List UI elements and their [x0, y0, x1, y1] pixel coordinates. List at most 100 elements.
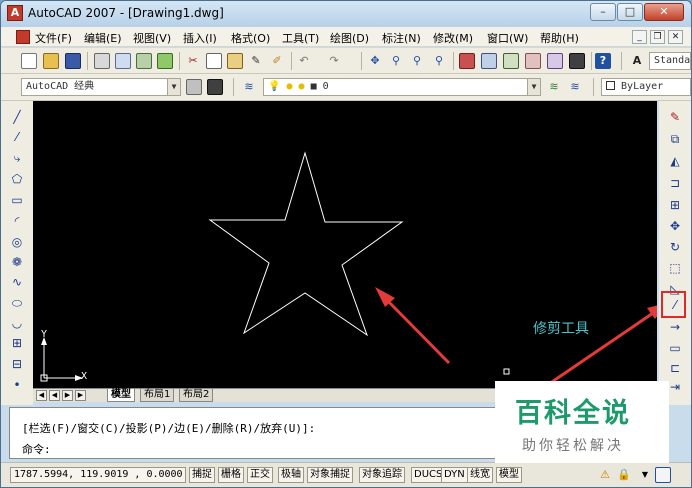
- polygon-icon[interactable]: ⬠: [9, 171, 25, 187]
- menu-modify[interactable]: 修改(M): [433, 30, 473, 46]
- arc-icon[interactable]: ◜: [9, 213, 25, 229]
- lock-icon[interactable]: 🔒: [616, 467, 632, 483]
- array-icon[interactable]: ⊞: [667, 197, 683, 213]
- copy-object-icon[interactable]: ⧉: [667, 131, 683, 147]
- menu-dimension[interactable]: 标注(N): [382, 30, 421, 46]
- mirror-icon[interactable]: ◭: [667, 153, 683, 169]
- maximize-button[interactable]: □: [617, 3, 643, 21]
- model-toggle[interactable]: 模型: [496, 467, 522, 483]
- layer-manager-icon[interactable]: ≋: [241, 79, 257, 95]
- menu-format[interactable]: 格式(O): [231, 30, 270, 46]
- zoom-window-icon[interactable]: ⚲: [409, 53, 425, 69]
- print-preview-icon[interactable]: [115, 53, 131, 69]
- workspace-save-icon[interactable]: [207, 79, 223, 95]
- communication-center-icon[interactable]: ⚠: [597, 467, 613, 483]
- osnap-toggle[interactable]: 对象捕捉: [307, 467, 353, 483]
- circle-icon[interactable]: ◎: [9, 234, 25, 250]
- workspace-combo[interactable]: AutoCAD 经典 ▼: [21, 78, 181, 96]
- help-icon[interactable]: ?: [595, 53, 611, 69]
- status-menu-chevron-icon[interactable]: ▼: [637, 467, 653, 483]
- properties-icon[interactable]: [459, 53, 475, 69]
- make-block-icon[interactable]: ⊟: [9, 356, 25, 372]
- menu-file[interactable]: 文件(F): [35, 30, 72, 46]
- tab-last-icon[interactable]: ▶: [75, 390, 86, 401]
- offset-icon[interactable]: ⊐: [667, 175, 683, 191]
- menu-draw[interactable]: 绘图(D): [330, 30, 369, 46]
- menu-insert[interactable]: 插入(I): [183, 30, 217, 46]
- layer-lock-icon[interactable]: ●: [299, 81, 305, 92]
- snap-toggle[interactable]: 捕捉: [189, 467, 215, 483]
- text-style-icon[interactable]: A: [629, 53, 645, 69]
- tab-layout1[interactable]: 布局1: [140, 389, 175, 402]
- ortho-toggle[interactable]: 正交: [247, 467, 273, 483]
- spline-icon[interactable]: ∿: [9, 274, 25, 290]
- dyn-toggle[interactable]: DYN: [441, 467, 468, 483]
- erase-icon[interactable]: ✎: [667, 109, 683, 125]
- insert-block-icon[interactable]: ⊞: [9, 335, 25, 351]
- layer-on-icon[interactable]: 💡: [268, 81, 280, 92]
- otrack-toggle[interactable]: 对象追踪: [359, 467, 405, 483]
- markup-icon[interactable]: [547, 53, 563, 69]
- menu-edit[interactable]: 编辑(E): [84, 30, 122, 46]
- tab-model[interactable]: 模型: [107, 389, 135, 402]
- paste-icon[interactable]: [227, 53, 243, 69]
- grid-toggle[interactable]: 栅格: [218, 467, 244, 483]
- match-properties-icon[interactable]: ✎: [248, 53, 264, 69]
- zoom-previous-icon[interactable]: ⚲: [431, 53, 447, 69]
- layer-freeze-icon[interactable]: ●: [286, 81, 292, 92]
- menu-view[interactable]: 视图(V): [133, 30, 171, 46]
- autocad-app-icon[interactable]: A: [7, 5, 23, 21]
- join-icon[interactable]: ⊏: [667, 360, 683, 376]
- tab-next-icon[interactable]: ▶: [62, 390, 73, 401]
- chevron-down-icon[interactable]: ▼: [527, 79, 540, 95]
- line-icon[interactable]: ╱: [9, 109, 25, 125]
- clean-screen-icon[interactable]: [655, 467, 671, 483]
- tab-layout2[interactable]: 布局2: [179, 389, 214, 402]
- zoom-realtime-icon[interactable]: ⚲: [388, 53, 404, 69]
- tool-palettes-icon[interactable]: [503, 53, 519, 69]
- title-bar[interactable]: A AutoCAD 2007 - [Drawing1.dwg] – □ ✕: [1, 1, 691, 27]
- text-style-combo[interactable]: Standa: [649, 52, 691, 70]
- polyline-icon[interactable]: ⤷: [9, 150, 25, 166]
- lineweight-toggle[interactable]: 线宽: [467, 467, 493, 483]
- point-icon[interactable]: •: [9, 377, 25, 393]
- print-icon[interactable]: [94, 53, 110, 69]
- design-center-icon[interactable]: [481, 53, 497, 69]
- layer-combo[interactable]: 💡 ● ● ■ 0 ▼: [263, 78, 541, 96]
- cut-icon[interactable]: ✂: [185, 53, 201, 69]
- mdi-minimize-button[interactable]: _: [632, 30, 647, 44]
- new-icon[interactable]: [21, 53, 37, 69]
- menu-window[interactable]: 窗口(W): [487, 30, 528, 46]
- move-icon[interactable]: ✥: [667, 218, 683, 234]
- coordinate-readout[interactable]: 1787.5994, 119.9019 , 0.0000: [10, 467, 186, 483]
- workspace-settings-icon[interactable]: [186, 79, 202, 95]
- close-button[interactable]: ✕: [644, 3, 684, 21]
- revision-cloud-icon[interactable]: ❁: [9, 254, 25, 270]
- star-drawing[interactable]: [208, 151, 404, 337]
- chevron-down-icon[interactable]: ▼: [167, 79, 180, 95]
- pan-icon[interactable]: ✥: [367, 53, 383, 69]
- tab-prev-icon[interactable]: ◀: [49, 390, 60, 401]
- publish-icon[interactable]: [136, 53, 152, 69]
- redo-icon[interactable]: ↷: [326, 53, 342, 69]
- color-combo[interactable]: ByLayer: [601, 78, 691, 96]
- ellipse-icon[interactable]: ⬭: [9, 295, 25, 311]
- make-layer-current-icon[interactable]: ≋: [546, 79, 562, 95]
- save-icon[interactable]: [65, 53, 81, 69]
- menu-help[interactable]: 帮助(H): [540, 30, 579, 46]
- chamfer-icon[interactable]: ⇥: [667, 379, 683, 395]
- sheet-set-icon[interactable]: [525, 53, 541, 69]
- scale-icon[interactable]: ⬚: [667, 260, 683, 276]
- undo-icon[interactable]: ↶: [296, 53, 312, 69]
- mdi-restore-button[interactable]: ❐: [650, 30, 665, 44]
- calculator-icon[interactable]: [569, 53, 585, 69]
- construction-line-icon[interactable]: ⁄: [9, 129, 25, 145]
- menu-tools[interactable]: 工具(T): [282, 30, 319, 46]
- command-prompt[interactable]: 命令:: [22, 441, 51, 457]
- ellipse-arc-icon[interactable]: ◡: [9, 315, 25, 331]
- drawing-canvas[interactable]: Y X 修剪工具: [33, 101, 657, 388]
- open-icon[interactable]: [43, 53, 59, 69]
- rotate-icon[interactable]: ↻: [667, 239, 683, 255]
- break-icon[interactable]: ▭: [667, 340, 683, 356]
- 3d-dwf-icon[interactable]: [157, 53, 173, 69]
